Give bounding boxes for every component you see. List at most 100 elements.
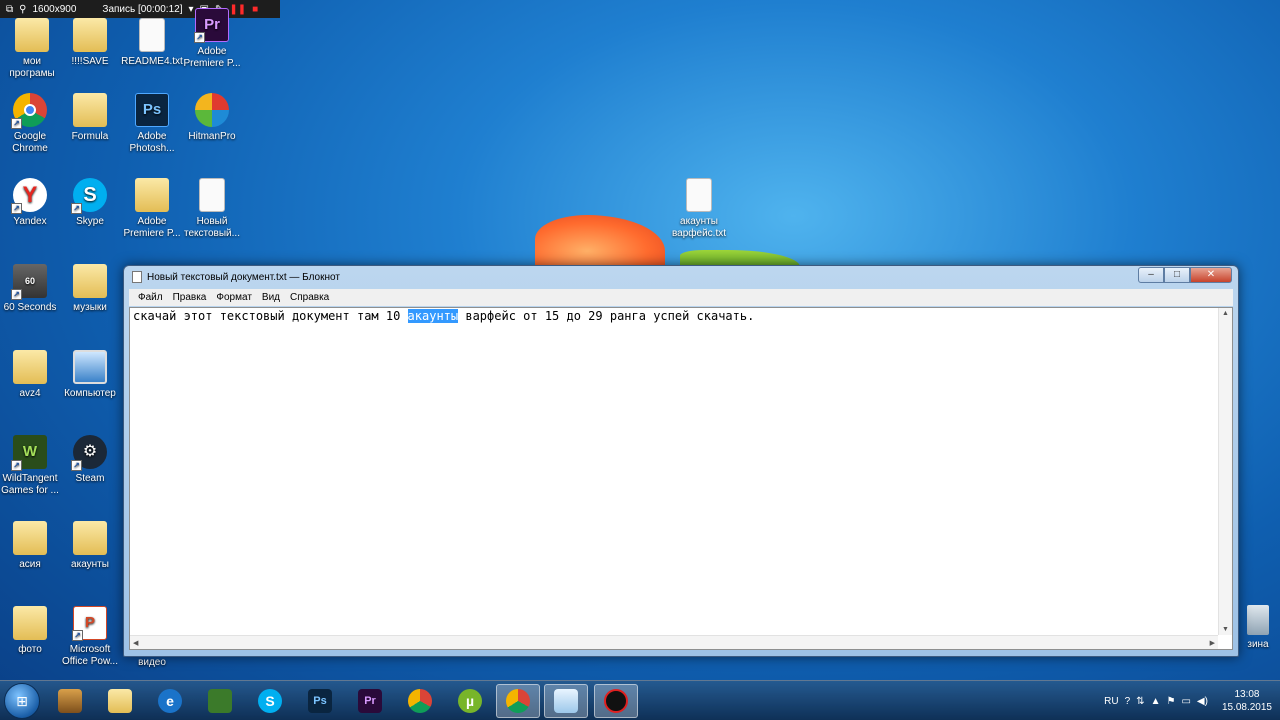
folder-icon — [108, 689, 132, 713]
desktop-icon-my-programs[interactable]: мои програмы — [0, 18, 64, 80]
desktop-icon-new-text[interactable]: Новый текстовый... — [180, 178, 244, 240]
icon-label: HitmanPro — [188, 131, 236, 142]
chrome-icon — [408, 689, 432, 713]
recorder-status: Запись [00:00:12] — [102, 3, 183, 15]
recycle-bin-icon — [1247, 605, 1269, 635]
desktop-icon-photoshop[interactable]: Ps Adobe Photosh... — [120, 93, 184, 155]
chrome-icon: ↗ — [11, 93, 47, 129]
desktop-icon-photo[interactable]: фото — [0, 606, 62, 656]
window-controls: – □ ✕ — [1138, 267, 1232, 283]
taskbar-app-premiere[interactable]: Pr — [348, 684, 392, 718]
record-icon — [604, 689, 628, 713]
desktop-icon-skype[interactable]: S ↗ Skype — [58, 178, 122, 228]
close-button[interactable]: ✕ — [1190, 267, 1232, 283]
taskbar-app-explorer[interactable] — [98, 684, 142, 718]
desktop-icon-music[interactable]: музыки — [58, 264, 122, 314]
taskbar-app-ie[interactable]: e — [148, 684, 192, 718]
menu-edit[interactable]: Правка — [168, 292, 212, 303]
desktop-icon-premiere[interactable]: Pr ↗ Adobe Premiere P... — [180, 8, 244, 70]
icon-label: Microsoft Office Pow... — [62, 644, 118, 667]
icon-label: Новый текстовый... — [184, 216, 240, 239]
folder-icon — [13, 350, 47, 384]
desktop-icon-save[interactable]: !!!!SAVE — [58, 18, 122, 68]
photoshop-icon: Ps — [308, 689, 332, 713]
window-title: Новый текстовый документ.txt — Блокнот — [147, 271, 340, 283]
start-button[interactable]: ⊞ — [4, 683, 40, 719]
horizontal-scrollbar[interactable]: ◀ ▶ — [130, 635, 1218, 649]
taskbar-app-utorrent[interactable]: µ — [448, 684, 492, 718]
volume-icon[interactable]: ◀) — [1197, 696, 1208, 707]
menu-help[interactable]: Справка — [285, 292, 334, 303]
scroll-down-icon[interactable]: ▼ — [1222, 626, 1229, 633]
desktop-icon-asia[interactable]: асия — [0, 521, 62, 571]
desktop-icon-readme[interactable]: README4.txt — [120, 18, 184, 68]
minimize-button[interactable]: – — [1138, 267, 1164, 283]
clock-time: 13:08 — [1234, 689, 1260, 700]
utorrent-icon: µ — [458, 689, 482, 713]
taskbar-app-game[interactable] — [198, 684, 242, 718]
desktop-icon-recycle-bin[interactable]: зина — [1236, 605, 1280, 650]
menu-file[interactable]: Файл — [133, 292, 168, 303]
language-indicator[interactable]: RU — [1104, 696, 1118, 707]
network-icon[interactable]: ⇅ — [1136, 696, 1144, 707]
window-icon[interactable]: ⧉ — [6, 4, 13, 15]
desktop-icon-formula[interactable]: Formula — [58, 93, 122, 143]
desktop-icon-chrome[interactable]: ↗ Google Chrome — [0, 93, 62, 155]
desktop-icon-computer[interactable]: Компьютер — [58, 350, 122, 400]
folder-icon — [73, 93, 107, 127]
desktop-icon-steam[interactable]: ⚙ ↗ Steam — [58, 435, 122, 485]
icon-label: Formula — [71, 131, 109, 142]
taskbar-app-chrome[interactable] — [398, 684, 442, 718]
taskbar-app-photoshop[interactable]: Ps — [298, 684, 342, 718]
internet-explorer-icon: e — [158, 689, 182, 713]
taskbar-app-games[interactable] — [48, 684, 92, 718]
document-text[interactable]: скачай этот текстовый документ там 10 ак… — [133, 309, 754, 323]
icon-label: Google Chrome — [12, 131, 48, 154]
icon-label: Skype — [76, 216, 104, 227]
monitor-icon[interactable]: ▭ — [1181, 696, 1190, 707]
icon-label: Yandex — [13, 216, 47, 227]
desktop-icon-video[interactable]: видео — [120, 657, 184, 669]
zoom-icon[interactable]: ⚲ — [19, 4, 26, 15]
title-bar[interactable]: Новый текстовый документ.txt — Блокнот — [124, 266, 1238, 288]
stop-icon[interactable]: ■ — [252, 4, 258, 15]
desktop-icon-60-seconds[interactable]: 60 ↗ 60 Seconds — [0, 264, 62, 314]
clock-date: 15.08.2015 — [1221, 702, 1272, 713]
clock[interactable]: 13:08 15.08.2015 — [1222, 688, 1272, 714]
desktop-icon-accounts-txt[interactable]: акаунты варфейс.txt — [667, 178, 731, 240]
desktop-icon-yandex[interactable]: Y ↗ Yandex — [0, 178, 62, 228]
icon-label: README4.txt — [121, 56, 183, 67]
scroll-up-icon[interactable]: ▲ — [1222, 310, 1229, 317]
icon-label: акаунты варфейс.txt — [671, 216, 727, 239]
menu-view[interactable]: Вид — [257, 292, 285, 303]
taskbar-app-skype[interactable]: S — [248, 684, 292, 718]
scroll-right-icon[interactable]: ▶ — [1210, 639, 1215, 647]
photoshop-icon: Ps — [135, 93, 169, 127]
taskbar-app-notepad[interactable] — [544, 684, 588, 718]
taskbar-app-chrome-2[interactable] — [496, 684, 540, 718]
text-editor[interactable]: скачай этот текстовый документ там 10 ак… — [129, 307, 1233, 650]
flag-icon[interactable]: ⚑ — [1166, 696, 1175, 707]
desktop-icon-hitmanpro[interactable]: HitmanPro — [180, 93, 244, 143]
icon-label: avz4 — [19, 388, 41, 399]
desktop-icon-wildtangent[interactable]: W ↗ WildTangent Games for ... — [0, 435, 62, 497]
icon-label: 60 Seconds — [3, 302, 57, 313]
show-hidden-icon[interactable]: ▲ — [1151, 696, 1161, 707]
desktop-icon-avz4[interactable]: avz4 — [0, 350, 62, 400]
text-before: скачай этот текстовый документ там 10 — [133, 309, 408, 323]
help-icon[interactable]: ? — [1125, 696, 1131, 707]
icon-label: !!!!SAVE — [71, 56, 109, 67]
desktop-icon-accounts-folder[interactable]: акаунты — [58, 521, 122, 571]
menu-format[interactable]: Формат — [211, 292, 257, 303]
maximize-button[interactable]: □ — [1164, 267, 1190, 283]
desktop-icon-premiere-folder[interactable]: Adobe Premiere P... — [120, 178, 184, 240]
desktop-icon-powerpoint[interactable]: P ↗ Microsoft Office Pow... — [58, 606, 122, 668]
game-character-icon — [208, 689, 232, 713]
folder-icon — [73, 18, 107, 52]
vertical-scrollbar[interactable]: ▲ ▼ — [1218, 308, 1232, 635]
text-after: варфейс от 15 до 29 ранга успей скачать. — [458, 309, 755, 323]
scroll-left-icon[interactable]: ◀ — [133, 639, 138, 647]
menu-bar: Файл Правка Формат Вид Справка — [129, 289, 1233, 306]
taskbar-app-recorder[interactable] — [594, 684, 638, 718]
icon-label: музыки — [73, 302, 107, 313]
